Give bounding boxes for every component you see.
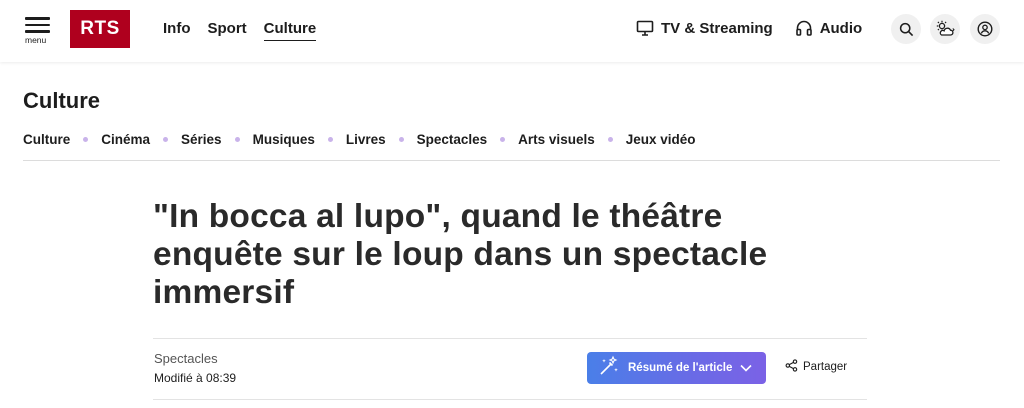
tv-streaming-link[interactable]: TV & Streaming xyxy=(636,19,773,37)
article-headline: "In bocca al lupo", quand le théâtre enq… xyxy=(153,198,768,311)
chevron-down-icon xyxy=(740,359,752,377)
subnav-item-spectacles[interactable]: Spectacles xyxy=(417,132,488,147)
subnav-item-musiques[interactable]: Musiques xyxy=(253,132,315,147)
subnav-dot xyxy=(398,137,404,142)
subnav-item-cinema[interactable]: Cinéma xyxy=(101,132,150,147)
meta-divider-bottom xyxy=(153,399,867,400)
rts-logo[interactable]: RTS xyxy=(70,10,130,48)
user-icon xyxy=(977,21,993,37)
headphones-icon xyxy=(795,19,813,37)
nav-culture[interactable]: Culture xyxy=(263,20,317,41)
menu-icon xyxy=(25,17,50,37)
menu-button[interactable]: menu xyxy=(22,14,54,46)
share-icon xyxy=(785,359,798,375)
section-title: Culture xyxy=(23,88,100,113)
section-subnav: Culture Cinéma Séries Musiques Livres Sp… xyxy=(23,132,696,147)
right-nav: TV & Streaming Audio xyxy=(636,19,862,37)
tv-icon xyxy=(636,19,654,37)
search-icon xyxy=(899,22,913,36)
nav-sport[interactable]: Sport xyxy=(208,20,247,41)
site-header: menu RTS Info Sport Culture TV & Streami… xyxy=(0,0,1024,62)
subnav-divider xyxy=(23,160,1000,161)
summary-label: Résumé de l'article xyxy=(628,362,733,374)
article-summary-button[interactable]: Résumé de l'article xyxy=(587,352,766,384)
main-nav: Info Sport Culture xyxy=(163,20,317,41)
meta-divider-top xyxy=(153,338,867,339)
subnav-item-jeux-video[interactable]: Jeux vidéo xyxy=(626,132,696,147)
subnav-dot xyxy=(234,137,240,142)
weather-button[interactable] xyxy=(930,14,960,44)
nav-info[interactable]: Info xyxy=(163,20,191,41)
menu-label: menu xyxy=(25,35,47,45)
article-modified-time: Modifié à 08:39 xyxy=(154,371,237,385)
weather-icon xyxy=(936,20,955,36)
audio-link[interactable]: Audio xyxy=(795,19,863,37)
subnav-dot xyxy=(500,137,506,142)
sparkle-icon xyxy=(598,355,620,382)
share-label: Partager xyxy=(803,361,848,373)
audio-label: Audio xyxy=(819,19,863,37)
subnav-dot xyxy=(163,137,169,142)
subnav-item-series[interactable]: Séries xyxy=(181,132,222,147)
tv-streaming-label: TV & Streaming xyxy=(661,19,773,37)
search-button[interactable] xyxy=(891,14,921,44)
subnav-dot xyxy=(83,137,89,142)
share-button[interactable]: Partager xyxy=(785,359,847,375)
subnav-dot xyxy=(607,137,613,142)
subnav-dot xyxy=(327,137,333,142)
article-category-link[interactable]: Spectacles xyxy=(154,351,218,366)
account-button[interactable] xyxy=(970,14,1000,44)
subnav-item-arts-visuels[interactable]: Arts visuels xyxy=(518,132,595,147)
subnav-item-culture[interactable]: Culture xyxy=(23,132,70,147)
subnav-item-livres[interactable]: Livres xyxy=(346,132,386,147)
